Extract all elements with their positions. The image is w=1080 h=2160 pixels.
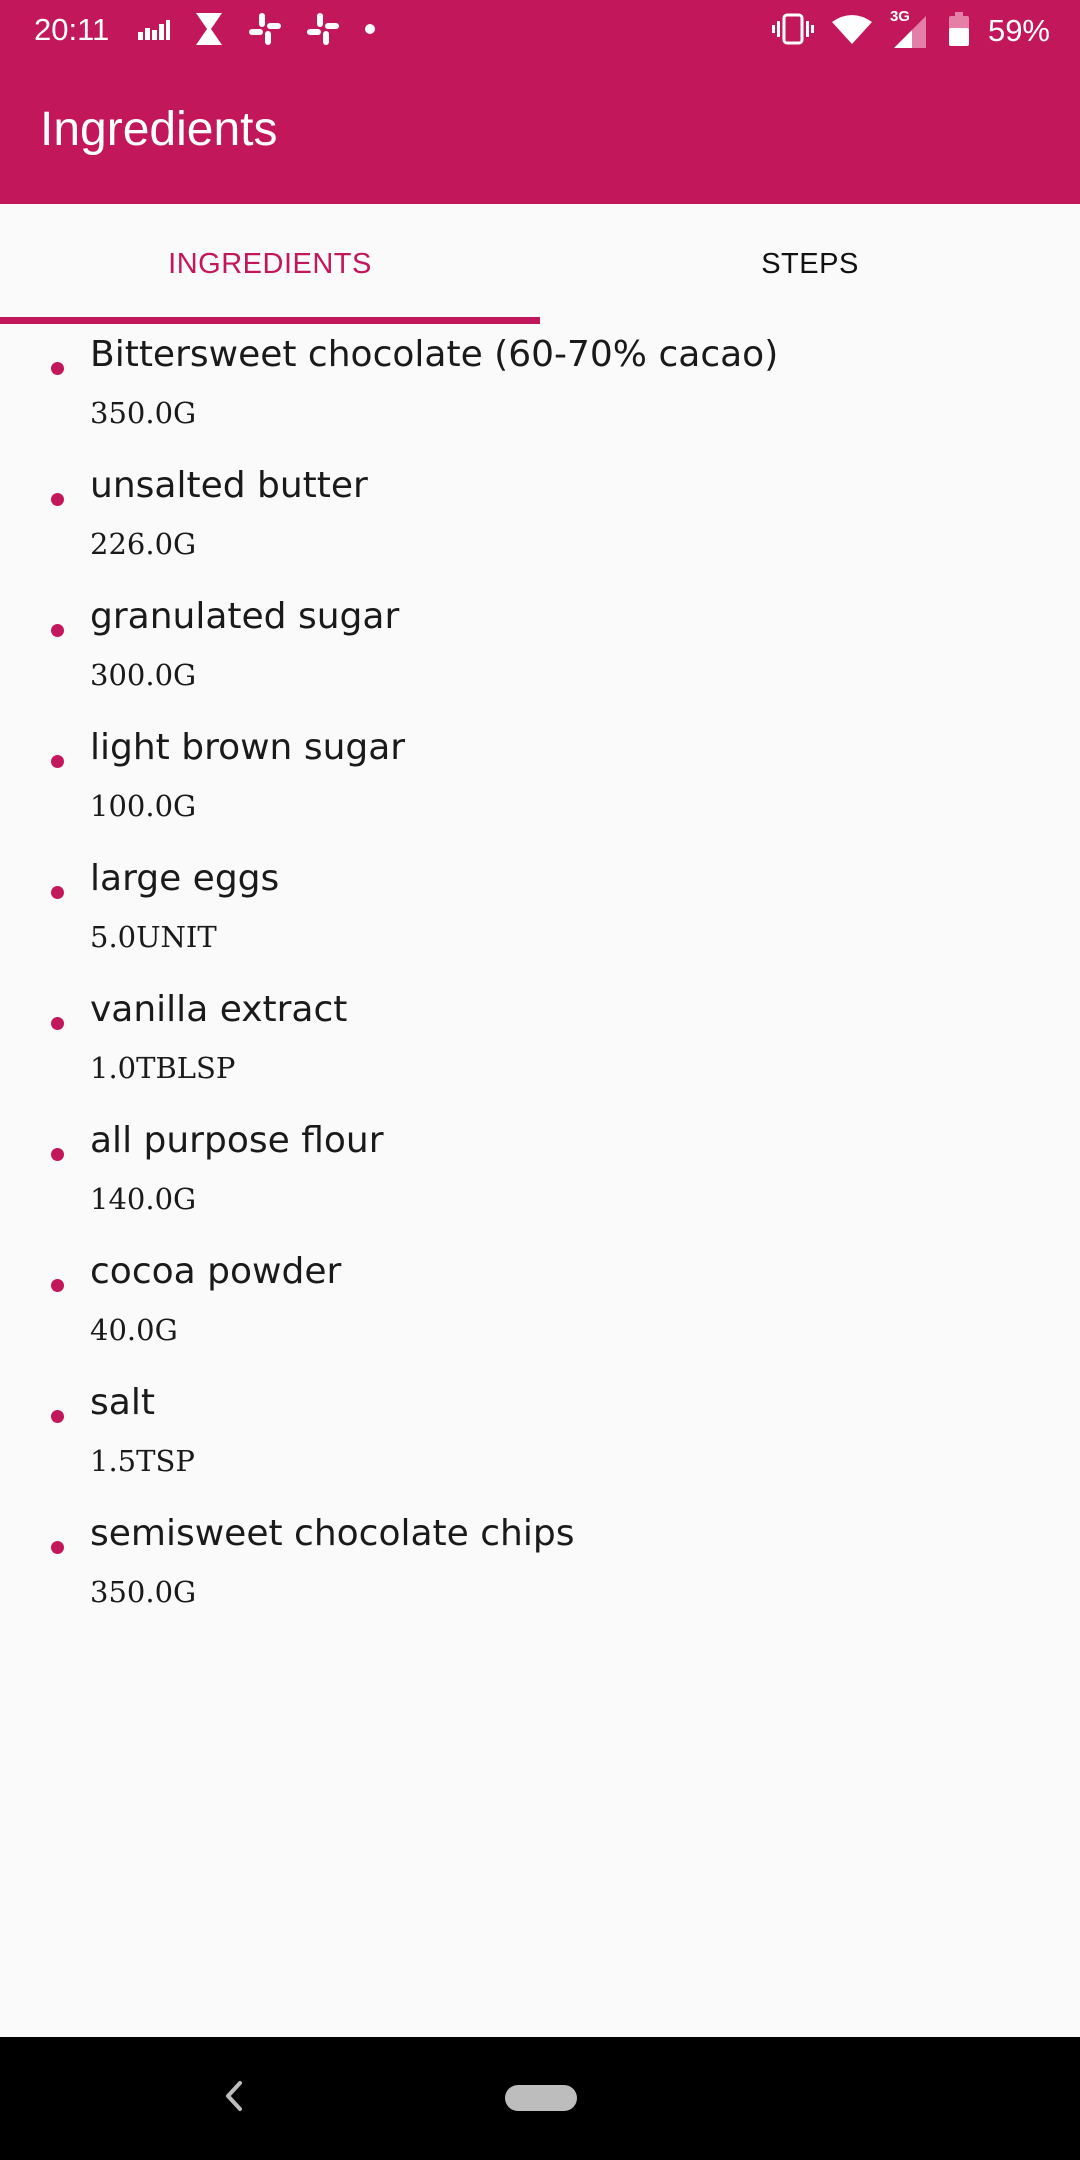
ingredient-quantity: 226.0G xyxy=(90,527,197,561)
tab-ingredients[interactable]: INGREDIENTS xyxy=(0,204,540,324)
bullet-icon xyxy=(51,1541,64,1554)
list-item: light brown sugar 100.0G xyxy=(0,717,1080,848)
ingredient-quantity: 140.0G xyxy=(90,1182,197,1216)
bullet-icon xyxy=(51,886,64,899)
ingredient-name: vanilla extract xyxy=(90,989,348,1030)
battery-percent: 59% xyxy=(987,13,1050,48)
ingredient-name: all purpose flour xyxy=(90,1120,384,1161)
bullet-icon xyxy=(51,755,64,768)
list-item: granulated sugar 300.0G xyxy=(0,586,1080,717)
ingredient-quantity: 100.0G xyxy=(90,789,197,823)
bullet-icon xyxy=(51,493,64,506)
ingredient-quantity: 1.5TSP xyxy=(90,1444,195,1478)
list-item: semisweet chocolate chips 350.0G xyxy=(0,1503,1080,1634)
ingredient-name: large eggs xyxy=(90,858,280,899)
status-bar: 20:11 3G 59% xyxy=(0,0,1080,62)
network-type-label: 3G xyxy=(889,8,910,25)
ingredient-quantity: 40.0G xyxy=(90,1313,178,1347)
home-pill-icon[interactable] xyxy=(505,2085,577,2111)
list-item: vanilla extract 1.0TBLSP xyxy=(0,979,1080,1110)
ingredient-name: cocoa powder xyxy=(90,1251,342,1292)
slack-icon xyxy=(306,12,340,51)
page-title: Ingredients xyxy=(40,103,278,156)
ingredient-name: salt xyxy=(90,1382,155,1423)
list-item: unsalted butter 226.0G xyxy=(0,455,1080,586)
ingredient-quantity: 350.0G xyxy=(90,1575,197,1609)
ingredient-quantity: 1.0TBLSP xyxy=(90,1051,236,1085)
wifi-icon xyxy=(831,14,872,49)
list-item: large eggs 5.0UNIT xyxy=(0,848,1080,979)
list-item: all purpose flour 140.0G xyxy=(0,1110,1080,1241)
ingredient-name: Bittersweet chocolate (60-70% cacao) xyxy=(90,334,779,375)
bullet-icon xyxy=(51,1017,64,1030)
signal-bars-icon xyxy=(138,18,170,45)
list-item: cocoa powder 40.0G xyxy=(0,1241,1080,1372)
ingredient-quantity: 350.0G xyxy=(90,396,197,430)
ingredient-name: semisweet chocolate chips xyxy=(90,1513,575,1554)
vibrate-icon xyxy=(771,13,814,50)
bullet-icon xyxy=(51,1279,64,1292)
back-icon[interactable] xyxy=(222,2079,246,2117)
cellular-3g-icon: 3G xyxy=(890,8,930,48)
status-time: 20:11 xyxy=(34,12,110,47)
bullet-icon xyxy=(51,1148,64,1161)
ingredient-name: unsalted butter xyxy=(90,465,368,506)
ingredient-quantity: 300.0G xyxy=(90,658,197,692)
bullet-icon xyxy=(51,1410,64,1423)
list-item: salt 1.5TSP xyxy=(0,1372,1080,1503)
system-icons: 3G 59% xyxy=(771,8,1050,51)
navigation-bar xyxy=(0,2037,1080,2160)
dot-icon xyxy=(364,22,376,40)
ingredient-name: granulated sugar xyxy=(90,596,400,637)
app-bar: Ingredients xyxy=(0,62,1080,204)
hourglass-icon xyxy=(194,12,224,51)
ingredient-quantity: 5.0UNIT xyxy=(90,920,217,954)
tab-steps[interactable]: STEPS xyxy=(540,204,1080,324)
notification-icons xyxy=(138,12,376,50)
battery-icon xyxy=(948,11,970,51)
ingredient-name: light brown sugar xyxy=(90,727,406,768)
slack-icon xyxy=(248,12,282,51)
list-item: Bittersweet chocolate (60-70% cacao) 350… xyxy=(0,324,1080,455)
tab-bar: INGREDIENTS STEPS xyxy=(0,204,1080,324)
ingredient-list: Bittersweet chocolate (60-70% cacao) 350… xyxy=(0,324,1080,1634)
bullet-icon xyxy=(51,362,64,375)
bullet-icon xyxy=(51,624,64,637)
